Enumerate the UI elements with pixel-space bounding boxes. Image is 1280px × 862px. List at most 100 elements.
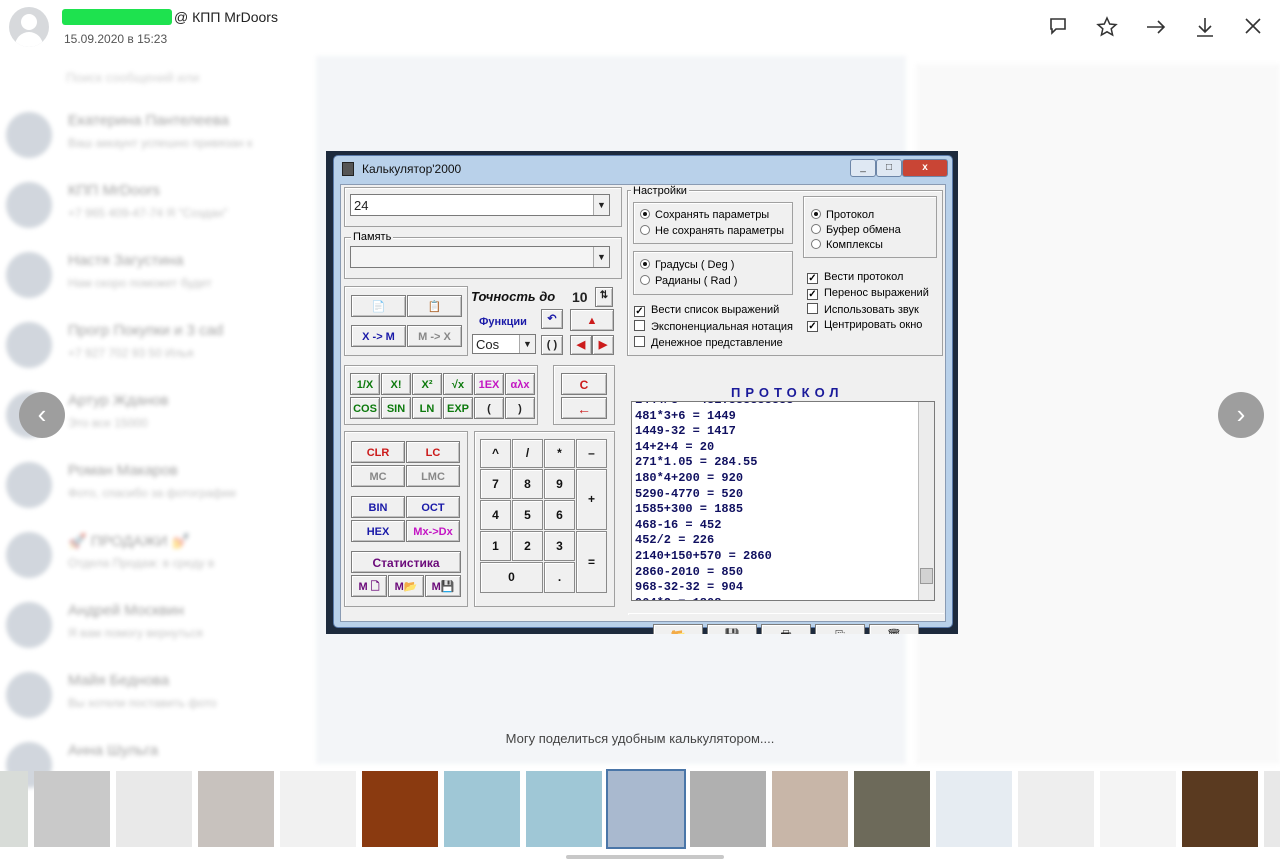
brackets-button[interactable]: ( ): [541, 335, 563, 355]
next-photo-button[interactable]: ›: [1218, 392, 1264, 438]
key-equals[interactable]: =: [576, 531, 607, 593]
oct-button[interactable]: OCT: [406, 496, 460, 518]
key-0[interactable]: 0: [480, 562, 543, 593]
protocol-scrollbar[interactable]: [918, 402, 934, 600]
copy-button[interactable]: 📄: [351, 295, 406, 317]
c-button[interactable]: C: [561, 373, 607, 395]
key-dot[interactable]: .: [544, 562, 575, 593]
use-sound-checkbox[interactable]: Использовать звук: [807, 303, 919, 316]
thumb-spreadsheet[interactable]: [0, 771, 28, 847]
memory-select[interactable]: ▼: [350, 246, 610, 268]
key-3[interactable]: 3: [544, 531, 575, 561]
mc-button[interactable]: MC: [351, 465, 405, 487]
thumb-dialog-2[interactable]: [526, 771, 602, 847]
avatar[interactable]: [9, 7, 49, 47]
sqrt-button[interactable]: √x: [443, 373, 473, 395]
thumb-calculator[interactable]: [606, 769, 686, 849]
dropdown-arrow-icon[interactable]: ▼: [519, 335, 535, 353]
keep-protocol-checkbox[interactable]: ✓ Вести протокол: [807, 271, 903, 284]
center-window-checkbox[interactable]: ✓ Центрировать окно: [807, 319, 922, 332]
scrollbar-thumb[interactable]: [920, 568, 933, 584]
left-paren-button[interactable]: (: [474, 397, 504, 419]
x-to-m-button[interactable]: X -> M: [351, 325, 406, 347]
dropdown-arrow-icon[interactable]: ▼: [593, 195, 609, 215]
lc-button[interactable]: LC: [406, 441, 460, 463]
arrow-up-button[interactable]: ▲: [570, 309, 614, 331]
forward-arrow-icon[interactable]: [1145, 16, 1167, 38]
thumb-form-red[interactable]: [1018, 771, 1094, 847]
backspace-button[interactable]: ←: [561, 397, 607, 419]
hex-button[interactable]: HEX: [351, 520, 405, 542]
save-params-radio[interactable]: Сохранять параметры: [640, 209, 769, 221]
thumb-cabinet[interactable]: [690, 771, 766, 847]
thumb-20th-century[interactable]: [362, 771, 438, 847]
m-save-button[interactable]: M💾: [425, 575, 461, 597]
key-8[interactable]: 8: [512, 469, 543, 499]
key-2[interactable]: 2: [512, 531, 543, 561]
money-checkbox[interactable]: Денежное представление: [634, 336, 783, 349]
dropdown-arrow-icon[interactable]: ▼: [593, 247, 609, 267]
thumb-room[interactable]: [772, 771, 848, 847]
key-6[interactable]: 6: [544, 500, 575, 530]
previous-photo-button[interactable]: ‹: [19, 392, 65, 438]
expression-input[interactable]: 24 ▼: [350, 194, 610, 216]
download-icon[interactable]: [1194, 16, 1216, 38]
m-new-button[interactable]: M 🗋: [351, 575, 387, 597]
inverse-button[interactable]: 1/X: [350, 373, 380, 395]
m-to-x-button[interactable]: M -> X: [407, 325, 462, 347]
sin-button[interactable]: SIN: [381, 397, 411, 419]
precision-spinner[interactable]: ⇅: [595, 287, 613, 307]
thumb-list[interactable]: [1264, 771, 1280, 847]
one-ex-button[interactable]: 1EX: [474, 373, 504, 395]
thumb-dialog[interactable]: [444, 771, 520, 847]
radians-radio[interactable]: Радианы ( Rad ): [640, 275, 737, 287]
star-icon[interactable]: [1096, 16, 1118, 38]
mx-dx-button[interactable]: Mx->Dx: [406, 520, 460, 542]
thumb-drawing-red[interactable]: [34, 771, 110, 847]
undo-button[interactable]: ↶: [541, 309, 563, 329]
paste-button[interactable]: 📋: [407, 295, 462, 317]
close-icon[interactable]: [1242, 16, 1264, 38]
minimize-button[interactable]: _: [850, 159, 876, 177]
statistics-button[interactable]: Статистика: [351, 551, 461, 573]
arrow-right-button[interactable]: ▶: [592, 335, 614, 355]
key-plus[interactable]: +: [576, 469, 607, 530]
key-7[interactable]: 7: [480, 469, 511, 499]
thumb-sheet[interactable]: [1100, 771, 1176, 847]
thumb-doc[interactable]: [280, 771, 356, 847]
protocol-log[interactable]: 1444/3 = 481.333333333481*3+6 = 14491449…: [631, 401, 935, 601]
key-divide[interactable]: /: [512, 439, 543, 468]
maximize-button[interactable]: □: [876, 159, 902, 177]
exp-notation-checkbox[interactable]: Экспоненциальная нотация: [634, 320, 793, 333]
thumb-screenshot[interactable]: [936, 771, 1012, 847]
key-4[interactable]: 4: [480, 500, 511, 530]
keep-expr-list-checkbox[interactable]: ✓ Вести список выражений: [634, 304, 779, 317]
thumb-3d-plan[interactable]: [854, 771, 930, 847]
strip-scrollbar[interactable]: [566, 855, 724, 859]
key-5[interactable]: 5: [512, 500, 543, 530]
save-button[interactable]: 💾: [707, 624, 757, 634]
key-multiply[interactable]: *: [544, 439, 575, 468]
clr-button[interactable]: CLR: [351, 441, 405, 463]
square-button[interactable]: X²: [412, 373, 442, 395]
m-open-button[interactable]: M📂: [388, 575, 424, 597]
comment-icon[interactable]: [1047, 16, 1069, 38]
alpha-lambda-button[interactable]: αλx: [505, 373, 535, 395]
wrap-expr-checkbox[interactable]: ✓ Перенос выражений: [807, 287, 929, 300]
key-minus[interactable]: –: [576, 439, 607, 468]
right-paren-button[interactable]: ): [505, 397, 535, 419]
clipboard-radio[interactable]: Буфер обмена: [811, 224, 901, 236]
dont-save-params-radio[interactable]: Не сохранять параметры: [640, 225, 784, 237]
cos-button[interactable]: COS: [350, 397, 380, 419]
ln-button[interactable]: LN: [412, 397, 442, 419]
print-button[interactable]: 🖶: [761, 624, 811, 634]
key-9[interactable]: 9: [544, 469, 575, 499]
delete-log-button[interactable]: 🗑: [869, 624, 919, 634]
window-close-button[interactable]: x: [902, 159, 948, 177]
copy-log-button[interactable]: ⎘: [815, 624, 865, 634]
open-button[interactable]: 📂: [653, 624, 703, 634]
factorial-button[interactable]: X!: [381, 373, 411, 395]
lmc-button[interactable]: LMC: [406, 465, 460, 487]
bin-button[interactable]: BIN: [351, 496, 405, 518]
protocol-radio[interactable]: Протокол: [811, 209, 874, 221]
